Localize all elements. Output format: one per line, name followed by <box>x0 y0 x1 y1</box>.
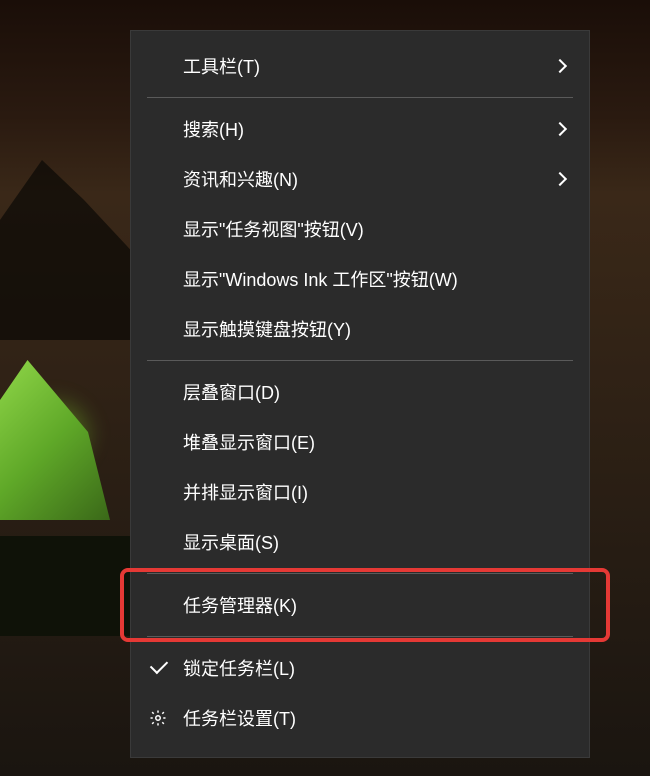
menu-item-label: 锁定任务栏(L) <box>183 655 565 681</box>
menu-item-label: 资讯和兴趣(N) <box>183 166 555 192</box>
background-ground <box>0 536 140 636</box>
menu-separator <box>147 573 573 574</box>
menu-item-windows-ink-button[interactable]: 显示"Windows Ink 工作区"按钮(W) <box>131 254 589 304</box>
menu-item-search[interactable]: 搜索(H) <box>131 104 589 154</box>
chevron-right-icon <box>553 122 567 136</box>
menu-item-task-view-button[interactable]: 显示"任务视图"按钮(V) <box>131 204 589 254</box>
menu-item-task-manager[interactable]: 任务管理器(K) <box>131 580 589 630</box>
menu-item-label: 显示"Windows Ink 工作区"按钮(W) <box>183 266 565 292</box>
menu-item-side-by-side-windows[interactable]: 并排显示窗口(I) <box>131 467 589 517</box>
chevron-right-icon <box>553 172 567 186</box>
check-icon <box>150 656 168 674</box>
menu-item-label: 堆叠显示窗口(E) <box>183 429 565 455</box>
menu-item-show-desktop[interactable]: 显示桌面(S) <box>131 517 589 567</box>
background-tent <box>0 340 130 560</box>
chevron-right-icon <box>553 59 567 73</box>
menu-item-cascade-windows[interactable]: 层叠窗口(D) <box>131 367 589 417</box>
menu-item-label: 任务管理器(K) <box>183 592 565 618</box>
menu-separator <box>147 97 573 98</box>
menu-item-taskbar-settings[interactable]: 任务栏设置(T) <box>131 693 589 743</box>
menu-item-label: 搜索(H) <box>183 116 555 142</box>
menu-item-label: 并排显示窗口(I) <box>183 479 565 505</box>
menu-item-touch-keyboard-button[interactable]: 显示触摸键盘按钮(Y) <box>131 304 589 354</box>
menu-item-toolbars[interactable]: 工具栏(T) <box>131 41 589 91</box>
menu-separator <box>147 636 573 637</box>
background-mountain <box>0 140 140 340</box>
menu-item-news-interests[interactable]: 资讯和兴趣(N) <box>131 154 589 204</box>
menu-item-label: 工具栏(T) <box>183 53 555 79</box>
menu-item-lock-taskbar[interactable]: 锁定任务栏(L) <box>131 643 589 693</box>
gear-icon <box>149 709 167 727</box>
menu-item-label: 显示触摸键盘按钮(Y) <box>183 316 565 342</box>
menu-item-stack-windows[interactable]: 堆叠显示窗口(E) <box>131 417 589 467</box>
menu-item-label: 层叠窗口(D) <box>183 379 565 405</box>
menu-item-label: 显示桌面(S) <box>183 529 565 555</box>
menu-item-label: 任务栏设置(T) <box>183 705 565 731</box>
taskbar-context-menu: 工具栏(T) 搜索(H) 资讯和兴趣(N) 显示"任务视图"按钮(V) 显示"W… <box>130 30 590 758</box>
menu-separator <box>147 360 573 361</box>
menu-item-label: 显示"任务视图"按钮(V) <box>183 216 565 242</box>
